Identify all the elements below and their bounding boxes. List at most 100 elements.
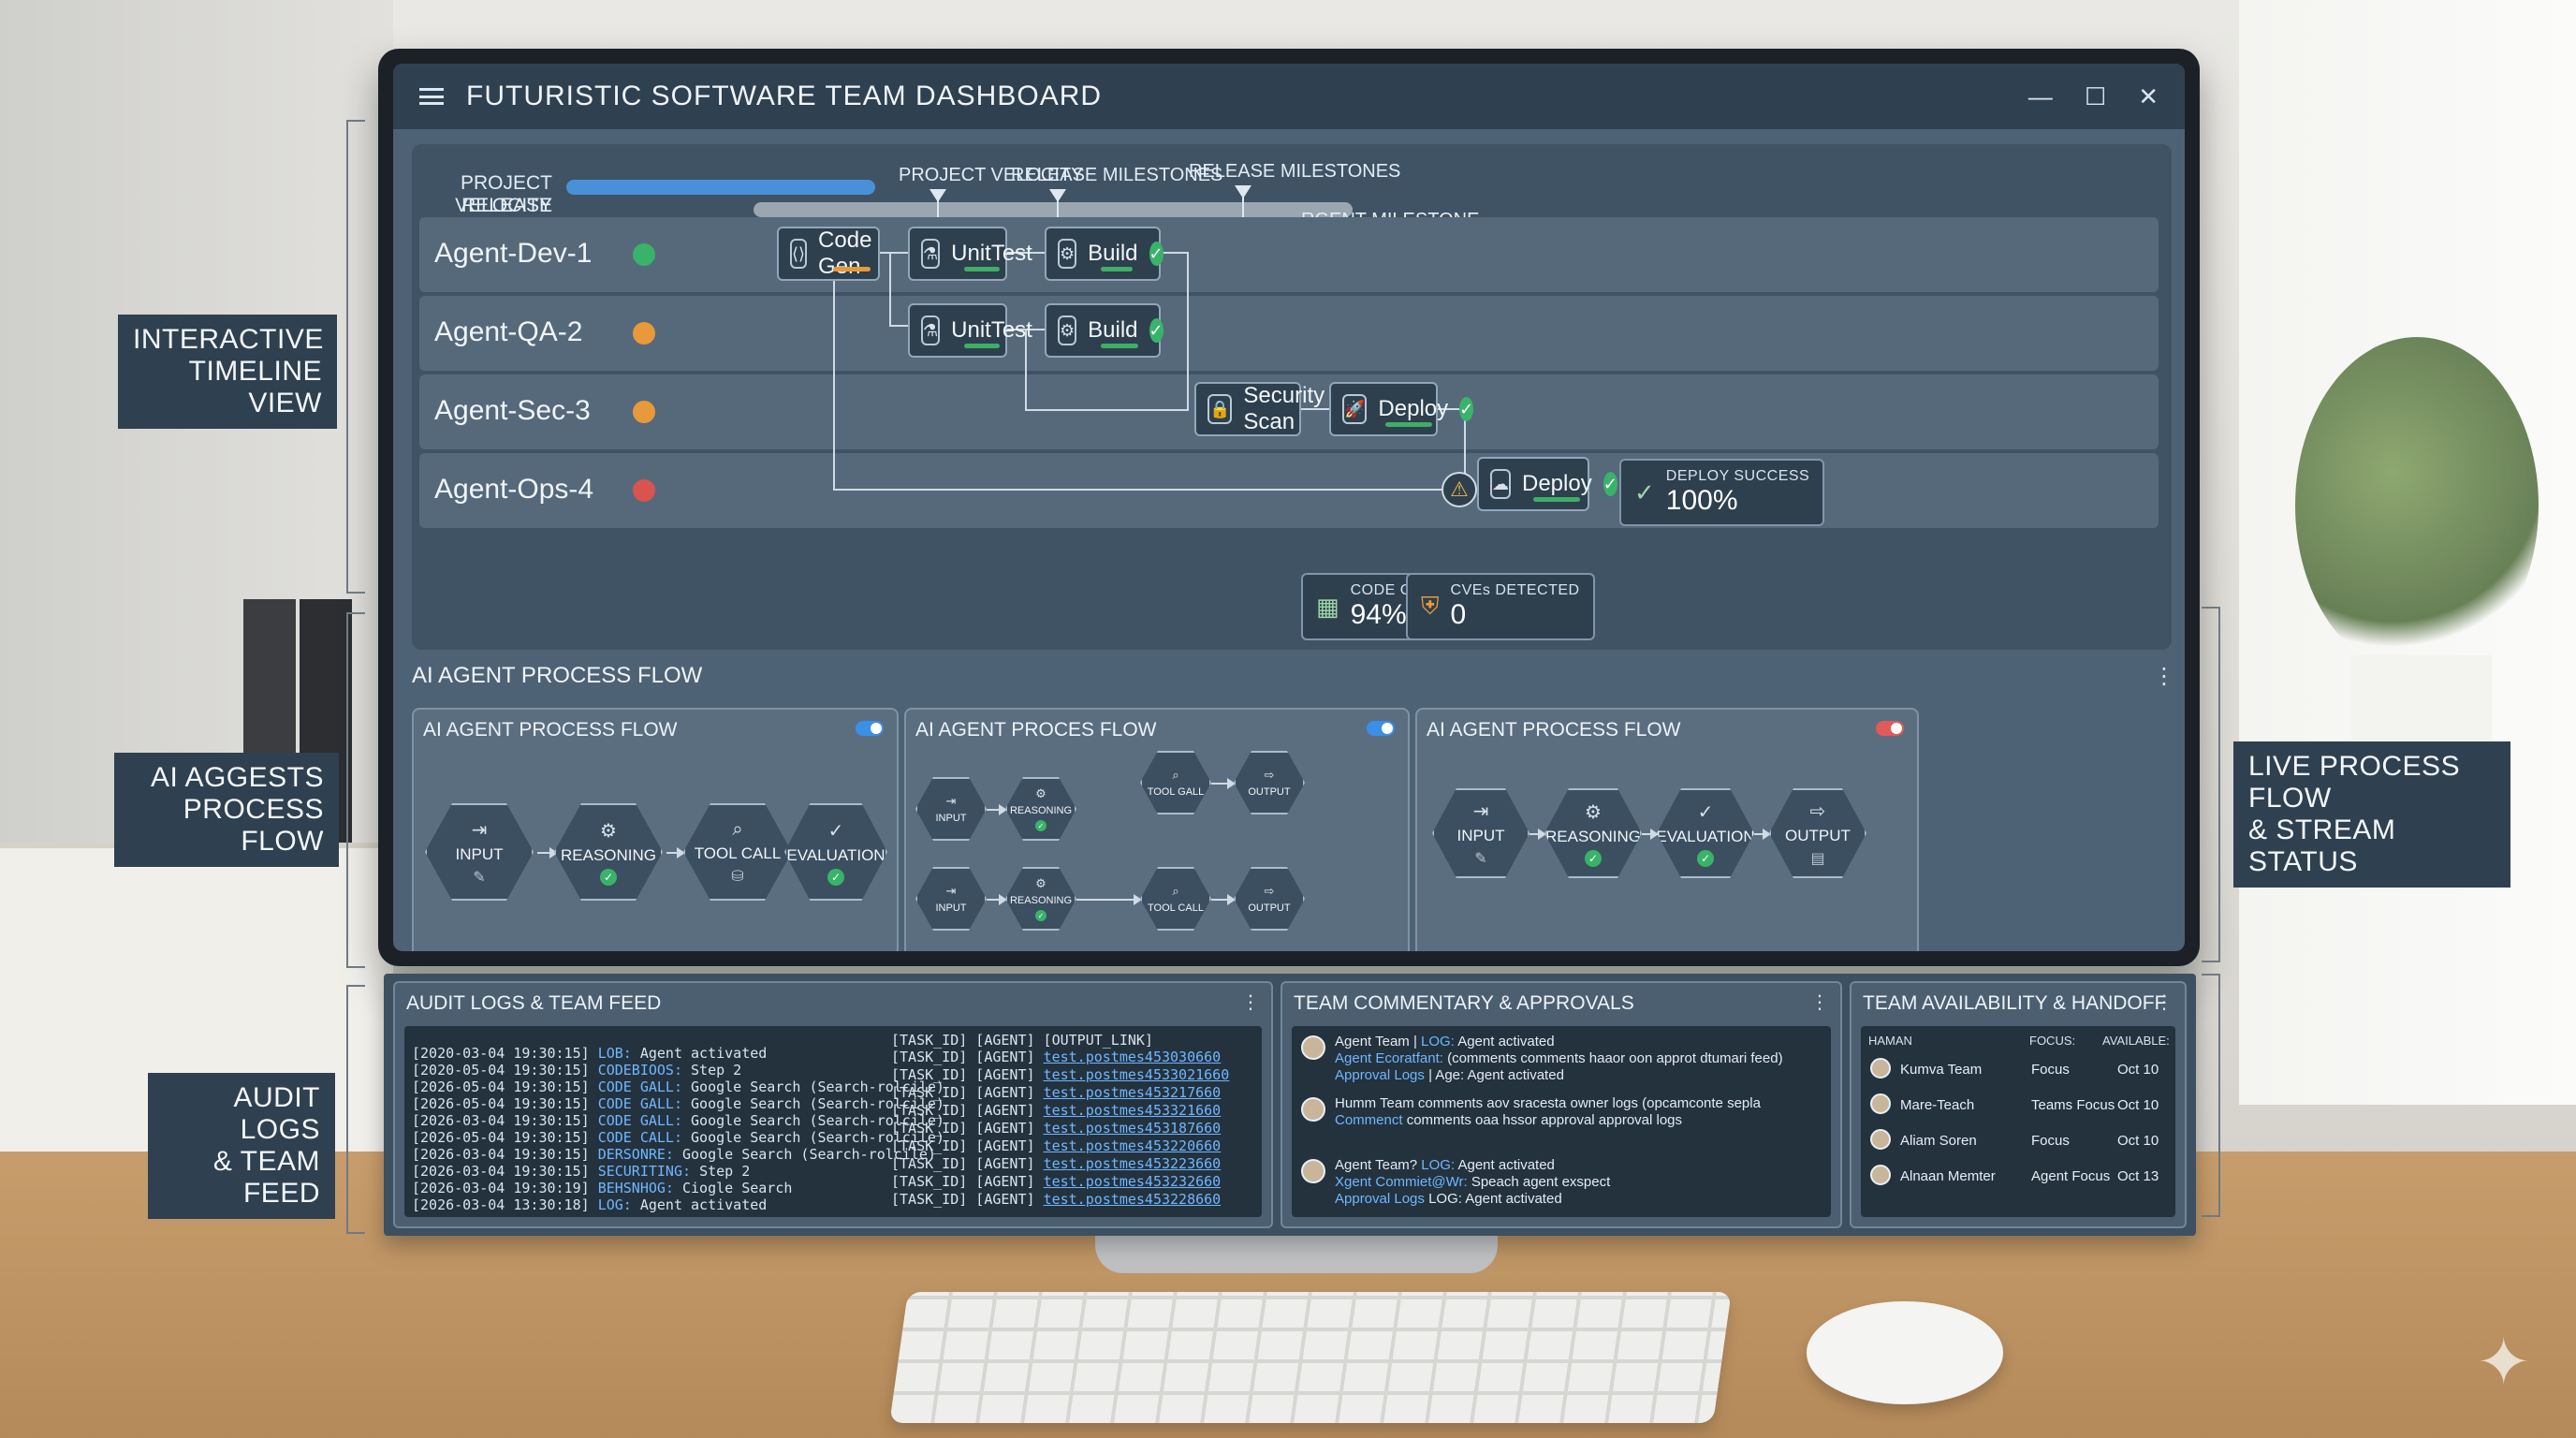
brain-icon: ⚙ bbox=[1585, 801, 1602, 823]
more-options-icon[interactable]: ⋮ bbox=[1241, 990, 1260, 1014]
node-evaluation[interactable]: ✓ EVALUATION ✓ bbox=[1657, 788, 1754, 878]
lane-name: Agent-Ops-4 bbox=[434, 474, 594, 505]
node-output[interactable]: ⇨ OUTPUT ▤ bbox=[1769, 788, 1866, 878]
node-tool-gall[interactable]: ⌕ TOOL GALL bbox=[1140, 751, 1211, 814]
panel-title: TEAM COMMENTARY & APPROVALS bbox=[1294, 992, 1634, 1014]
callout-text: LIVE PROCESS FLOW & STREAM STATUS bbox=[2248, 751, 2461, 877]
node-reasoning[interactable]: ⚙ REASONING ✓ bbox=[554, 803, 663, 901]
task-deploy-2[interactable]: ☁ Deploy ✓ bbox=[1477, 457, 1617, 511]
login-icon: ⇥ bbox=[945, 884, 957, 898]
node-evaluation[interactable]: ✓ EVALUATION ✓ bbox=[784, 803, 887, 901]
stream-toggle[interactable] bbox=[1876, 721, 1904, 736]
output-link[interactable]: test.postmes4533021660 bbox=[1044, 1066, 1230, 1083]
node-label: REASONING bbox=[1009, 805, 1072, 816]
minimize-button[interactable]: — bbox=[2028, 82, 2053, 111]
availability-row[interactable]: Alnaan Memter Agent Focus Oct 13 bbox=[1870, 1161, 2166, 1193]
comment-item[interactable]: Humm Team comments aov sracesta owner lo… bbox=[1301, 1095, 1822, 1152]
status-pending-icon bbox=[633, 322, 655, 345]
log-line: [2026-03-04 19:30:15] DERSONRE: Google S… bbox=[412, 1146, 936, 1163]
task-security-scan[interactable]: 🔒 Security Scan bbox=[1194, 382, 1325, 436]
bottom-panels: AUDIT LOGS & TEAM FEED ⋮ [2020-03-04 19:… bbox=[384, 974, 2196, 1236]
more-options-icon[interactable]: ⋮ bbox=[1810, 990, 1829, 1014]
log-row: [TASK_ID] [AGENT] test.postmes453321660 bbox=[891, 1102, 1222, 1119]
output-link[interactable]: test.postmes453228660 bbox=[1044, 1191, 1222, 1208]
output-link[interactable]: test.postmes453187660 bbox=[1044, 1120, 1222, 1137]
task-unittest-1[interactable]: ⚗ UnitTest bbox=[908, 227, 1032, 281]
node-label: REASONING bbox=[1009, 895, 1072, 906]
maximize-button[interactable]: ☐ bbox=[2085, 82, 2106, 111]
availability-row[interactable]: Kumva Team Focus Oct 10 bbox=[1870, 1054, 2166, 1086]
availability-row[interactable]: Aliam Soren Focus Oct 10 bbox=[1870, 1125, 2166, 1157]
brain-icon: ⚙ bbox=[1035, 786, 1046, 800]
task-unittest-2[interactable]: ⚗ UnitTest bbox=[908, 303, 1032, 358]
node-input[interactable]: ⇥ INPUT ✎ bbox=[1432, 788, 1530, 878]
log-line: [2026-05-04 19:30:15] CODE GALL: Google … bbox=[412, 1078, 944, 1095]
lane-name: Agent-Dev-1 bbox=[434, 238, 593, 269]
task-build-1[interactable]: ⚙ Build ✓ bbox=[1045, 227, 1164, 281]
bracket bbox=[2202, 974, 2220, 1217]
kpi-label: CVEs DETECTED bbox=[1450, 582, 1580, 598]
node-tool-call-2[interactable]: ⌕ TOOL CALL bbox=[1140, 867, 1211, 931]
node-input[interactable]: ⇥ INPUT ✎ bbox=[425, 803, 534, 901]
flow-arrow bbox=[1211, 778, 1236, 789]
flow-arrow bbox=[1530, 829, 1546, 840]
hamburger-menu-icon[interactable] bbox=[419, 88, 444, 105]
availability-row[interactable]: Mare-Teach Teams Focus Oct 10 bbox=[1870, 1090, 2166, 1122]
warning-icon[interactable]: ⚠ bbox=[1442, 472, 1477, 507]
node-tool-call[interactable]: ⌕ TOOL CALL ⛁ bbox=[683, 803, 792, 901]
node-label: TOOL CALL bbox=[694, 844, 782, 862]
audit-log-list[interactable]: [2020-03-04 19:30:15] LOB: Agent activat… bbox=[404, 1026, 1262, 1217]
audit-logs-panel: AUDIT LOGS & TEAM FEED ⋮ [2020-03-04 19:… bbox=[393, 981, 1273, 1228]
output-link[interactable]: test.postmes453232660 bbox=[1044, 1173, 1222, 1190]
rocket-icon: 🚀 bbox=[1342, 394, 1368, 424]
check-circle-icon: ✓ bbox=[1634, 477, 1655, 506]
commentary-list[interactable]: Agent Team | LOG: Agent activated Agent E… bbox=[1292, 1026, 1831, 1217]
stream-toggle[interactable] bbox=[1367, 721, 1395, 736]
log-header: [TASK_ID] [AGENT] [OUTPUT_LINK] bbox=[891, 1032, 1153, 1049]
output-link[interactable]: test.postmes453217660 bbox=[1044, 1084, 1222, 1101]
stream-toggle[interactable] bbox=[856, 721, 884, 736]
node-input-2[interactable]: ⇥ INPUT bbox=[915, 867, 987, 931]
check-icon: ✓ bbox=[1035, 820, 1046, 831]
node-reasoning[interactable]: ⚙ REASONING ✓ bbox=[1544, 788, 1642, 878]
node-reasoning[interactable]: ⚙ REASONING ✓ bbox=[1005, 777, 1076, 841]
output-link[interactable]: test.postmes453321660 bbox=[1044, 1102, 1222, 1119]
output-link[interactable]: test.postmes453223660 bbox=[1044, 1155, 1222, 1172]
progress-bar bbox=[964, 344, 1000, 348]
export-icon: ⇨ bbox=[1264, 884, 1275, 898]
output-link[interactable]: test.postmes453030660 bbox=[1044, 1049, 1222, 1065]
node-output-2[interactable]: ⇨ OUTPUT bbox=[1234, 867, 1305, 931]
check-icon: ✓ bbox=[827, 868, 844, 886]
output-link[interactable]: test.postmes453220660 bbox=[1044, 1137, 1222, 1154]
flow-arrow bbox=[537, 847, 558, 858]
node-reasoning-2[interactable]: ⚙ REASONING ✓ bbox=[1005, 867, 1076, 931]
brain-icon: ⚙ bbox=[600, 820, 617, 842]
task-build-2[interactable]: ⚙ Build ✓ bbox=[1045, 303, 1164, 358]
list-icon: ▤ bbox=[1810, 850, 1825, 867]
progress-bar bbox=[833, 267, 871, 271]
keyboard bbox=[889, 1292, 1732, 1423]
log-line: [2026-03-04 19:30:19] BEHSNHOG: Ciogle S… bbox=[412, 1180, 793, 1196]
node-label: INPUT bbox=[935, 813, 967, 824]
log-line: [2026-05-04 19:30:15] CODE CALL: Google … bbox=[412, 1129, 944, 1146]
progress-bar bbox=[964, 267, 1000, 271]
task-label: UnitTest bbox=[951, 241, 1032, 266]
more-options-icon[interactable]: ⋮ bbox=[2153, 663, 2175, 690]
avatar bbox=[1870, 1093, 1891, 1114]
comment-item[interactable]: Agent Team? LOG: Agent activated Xgent Co… bbox=[1301, 1157, 1822, 1213]
avatar bbox=[1301, 1035, 1325, 1060]
node-input[interactable]: ⇥ INPUT bbox=[915, 777, 987, 841]
more-options-icon[interactable]: ⋮ bbox=[2155, 990, 2174, 1014]
task-code-gen[interactable]: ⟨⟩ Code Gen bbox=[777, 227, 880, 281]
close-button[interactable]: ✕ bbox=[2138, 82, 2159, 111]
node-output[interactable]: ⇨ OUTPUT bbox=[1234, 751, 1305, 814]
task-deploy-1[interactable]: 🚀 Deploy ✓ bbox=[1329, 382, 1474, 436]
export-icon: ⇨ bbox=[1264, 768, 1275, 782]
flask-icon: ⚗ bbox=[921, 239, 941, 269]
comment-item[interactable]: Agent Team | LOG: Agent activated Agent E… bbox=[1301, 1034, 1822, 1090]
gear-icon: ⚙ bbox=[1058, 239, 1077, 269]
callout-live: LIVE PROCESS FLOW & STREAM STATUS bbox=[2233, 741, 2510, 888]
status-ok-icon bbox=[633, 243, 655, 266]
log-row: [TASK_ID] [AGENT] test.postmes453228660 bbox=[891, 1191, 1222, 1208]
node-label: REASONING bbox=[560, 845, 657, 864]
